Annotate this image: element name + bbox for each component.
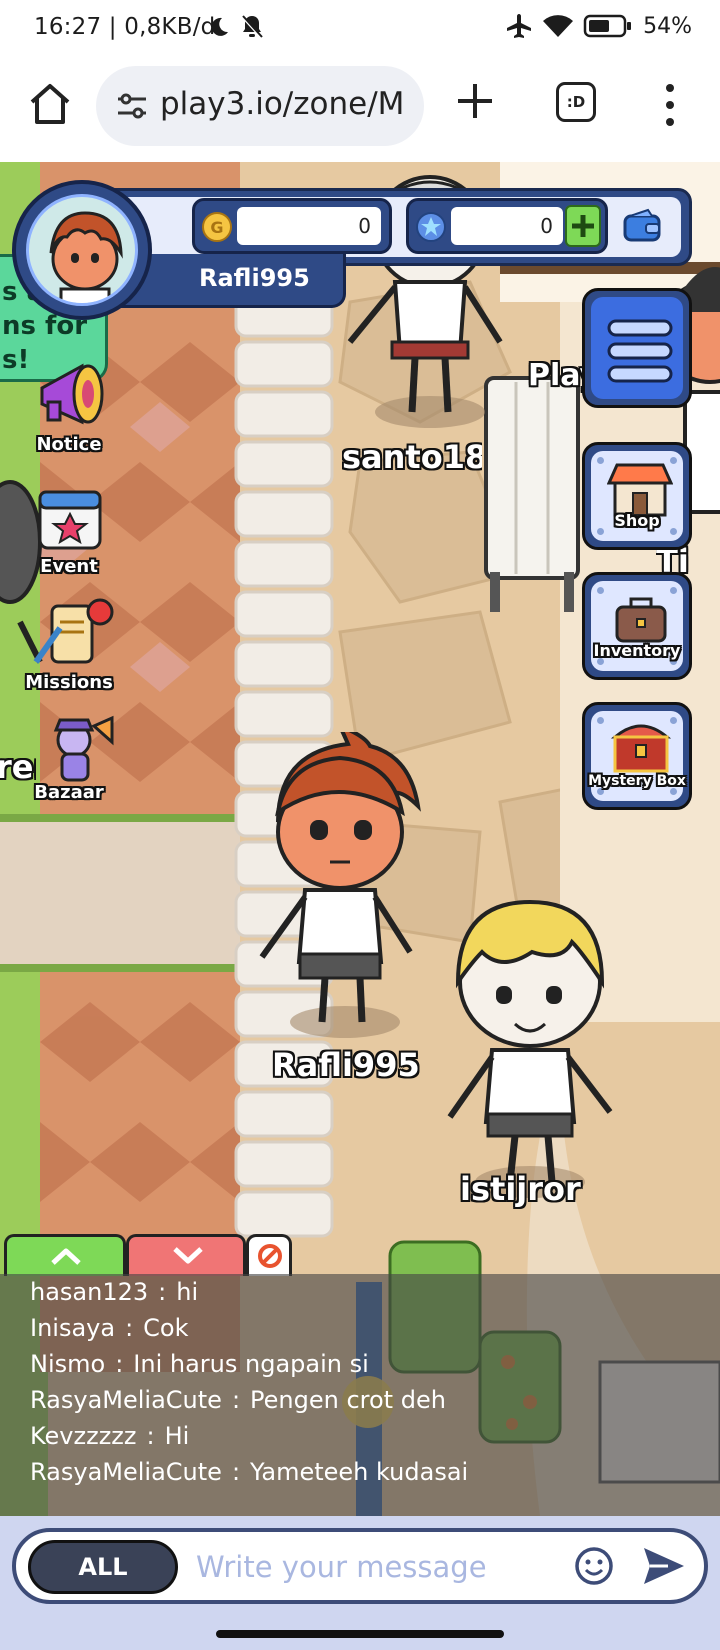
- block-icon: [258, 1244, 282, 1268]
- shop-icon: [607, 463, 673, 517]
- emoji-icon[interactable]: [574, 1546, 614, 1586]
- chat-text: Cok: [143, 1314, 189, 1342]
- chat-collapse-button[interactable]: [126, 1234, 246, 1276]
- chat-username[interactable]: Kevzzzzz: [30, 1422, 137, 1450]
- chat-text: Yameteeh kudasai: [250, 1458, 469, 1486]
- shop-button[interactable]: Shop: [582, 442, 692, 550]
- new-tab-icon[interactable]: [452, 78, 498, 124]
- battery-percent: 54%: [643, 13, 692, 39]
- chat-message: RasyaMeliaCute: Yameteeh kudasai: [30, 1458, 469, 1486]
- gem-counter: 0: [406, 198, 608, 254]
- url-text[interactable]: play3.io/zone/M: [160, 86, 410, 122]
- chat-message-input[interactable]: [196, 1542, 536, 1592]
- chat-username[interactable]: Nismo: [30, 1350, 105, 1378]
- event-label: Event: [40, 556, 98, 577]
- coin-icon: G: [202, 212, 232, 242]
- chat-message: RasyaMeliaCute: Pengen crot deh: [30, 1386, 446, 1414]
- system-nav-bar: [0, 1616, 720, 1650]
- chat-text: Pengen crot deh: [250, 1386, 446, 1414]
- tab-switcher-button[interactable]: :D: [556, 82, 596, 122]
- character-istijror[interactable]: [430, 882, 630, 1212]
- site-settings-icon[interactable]: [114, 88, 150, 124]
- wallet-icon[interactable]: [622, 208, 662, 244]
- status-bar: 16:27 | 0,8KB/d 54%: [0, 0, 720, 56]
- chat-message: Nismo: Ini harus ngapain si: [30, 1350, 369, 1378]
- avatar[interactable]: [12, 180, 152, 320]
- chat-channel-button[interactable]: ALL: [28, 1540, 178, 1594]
- chat-text: Ini harus ngapain si: [133, 1350, 369, 1378]
- airplane-icon: [507, 14, 532, 38]
- shop-label: Shop: [614, 511, 660, 530]
- add-gems-button[interactable]: [565, 205, 601, 247]
- chat-log[interactable]: hasan123: hi Inisaya: Cok Nismo: Ini harus …: [0, 1274, 720, 1516]
- calendar-star-icon: [38, 490, 102, 550]
- browser-toolbar: play3.io/zone/M :D: [0, 56, 720, 162]
- svg-text:G: G: [210, 218, 223, 237]
- bazaar-button[interactable]: Bazaar: [14, 710, 124, 820]
- hamburger-menu-icon: [607, 319, 673, 383]
- mystery-box-button[interactable]: Mystery Box: [582, 702, 692, 810]
- chat-message: Inisaya: Cok: [30, 1314, 189, 1342]
- chat-username[interactable]: RasyaMeliaCute: [30, 1386, 222, 1414]
- inventory-button[interactable]: Inventory: [582, 572, 692, 680]
- briefcase-icon: [615, 597, 667, 643]
- battery-icon: [583, 14, 632, 38]
- chat-tab-bar: [4, 1234, 304, 1276]
- player-name-istijror: istijror: [460, 1170, 581, 1208]
- coin-value: 0: [237, 207, 381, 245]
- hud-player-name: Rafli995: [199, 264, 310, 292]
- moon-icon: [211, 17, 228, 36]
- chat-username[interactable]: RasyaMeliaCute: [30, 1458, 222, 1486]
- chat-composer-area: ALL: [0, 1516, 720, 1616]
- notice-label: Notice: [36, 434, 102, 455]
- missions-button[interactable]: Missions: [14, 598, 124, 708]
- chat-message: Kevzzzzz: Hi: [30, 1422, 190, 1450]
- player-name-santo: santo18: [342, 438, 482, 476]
- game-viewport[interactable]: santo18 Rafli995 istijror ren Ti Player …: [0, 162, 720, 1516]
- chevron-up-icon: [51, 1248, 81, 1265]
- chat-message: hasan123: hi: [30, 1278, 199, 1306]
- player-name-rafli995: Rafli995: [272, 1046, 420, 1084]
- wifi-icon: [543, 15, 574, 37]
- event-button[interactable]: Event: [14, 480, 124, 590]
- avatar-portrait-icon: [49, 211, 123, 303]
- status-time: 16:27 | 0,8KB/d: [34, 14, 216, 40]
- bazaar-merchant-icon: [53, 715, 114, 782]
- inventory-label: Inventory: [593, 641, 681, 660]
- bazaar-label: Bazaar: [34, 782, 104, 803]
- mystery-box-label: Mystery Box: [588, 773, 686, 789]
- notice-button[interactable]: Notice: [14, 358, 124, 468]
- chat-text: Hi: [164, 1422, 190, 1450]
- chat-expand-button[interactable]: [4, 1234, 126, 1276]
- bell-off-icon: [240, 14, 264, 40]
- gem-value: 0: [451, 207, 563, 245]
- plus-icon: [572, 215, 594, 237]
- home-indicator[interactable]: [216, 1630, 504, 1638]
- chat-text: hi: [176, 1278, 199, 1306]
- chat-username[interactable]: Inisaya: [30, 1314, 115, 1342]
- megaphone-icon: [40, 363, 104, 425]
- chat-composer: ALL: [12, 1528, 708, 1604]
- chat-block-button[interactable]: [246, 1234, 292, 1276]
- coin-counter: G 0: [192, 198, 392, 254]
- send-icon[interactable]: [642, 1546, 686, 1586]
- main-menu-button[interactable]: [582, 288, 692, 408]
- gem-icon: [416, 212, 446, 242]
- chat-username[interactable]: hasan123: [30, 1278, 148, 1306]
- character-rafli995[interactable]: [250, 732, 430, 1052]
- home-icon[interactable]: [26, 80, 74, 128]
- missions-label: Missions: [25, 672, 113, 693]
- treasure-chest-icon: [610, 724, 672, 773]
- chevron-down-icon: [173, 1247, 203, 1264]
- url-bar[interactable]: play3.io/zone/M: [96, 66, 424, 146]
- more-options-icon[interactable]: [660, 80, 680, 130]
- scroll-quill-icon: [33, 598, 114, 664]
